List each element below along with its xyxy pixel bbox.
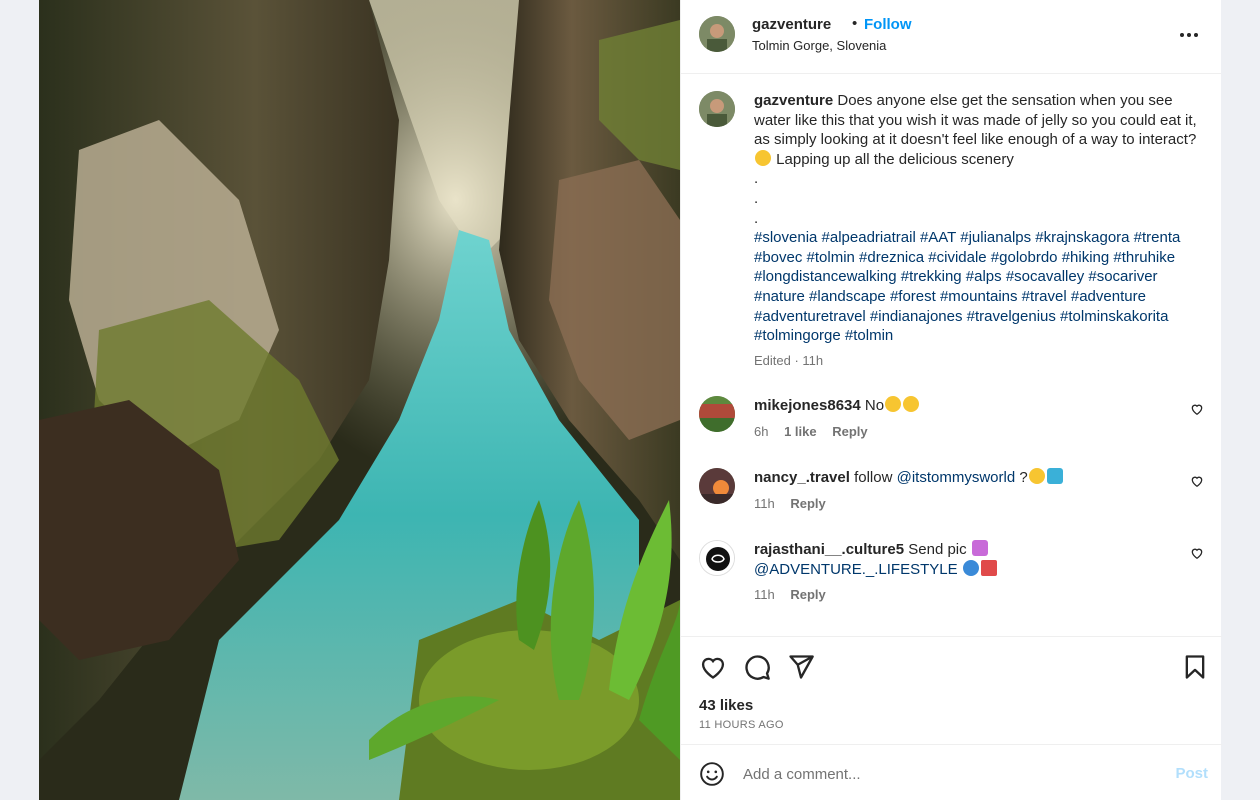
post-location[interactable]: Tolmin Gorge, Slovenia: [752, 38, 886, 53]
add-comment-bar: Post: [681, 744, 1222, 800]
comment-avatar-image: [699, 468, 735, 504]
laughing-emoji-icon: [885, 396, 902, 412]
header-separator: •: [852, 15, 858, 32]
share-icon[interactable]: [787, 653, 815, 681]
comment-like-heart-icon[interactable]: [1190, 546, 1204, 560]
instagram-post: gazventure • Follow Tolmin Gorge, Sloven…: [39, 0, 1222, 800]
comment-text: Send pic: [908, 541, 967, 558]
post-timestamp: 11 HOURS AGO: [699, 719, 784, 731]
comment-likes[interactable]: 1 like: [784, 424, 817, 439]
reply-button[interactable]: Reply: [832, 424, 867, 439]
bookmark-icon[interactable]: [1181, 653, 1209, 681]
comments-list[interactable]: gazventure Does anyone else get the sens…: [681, 75, 1222, 635]
comment-avatar[interactable]: [699, 540, 735, 576]
laughing-emoji-icon: [903, 396, 920, 412]
comment-time: 11h: [754, 495, 775, 511]
caption-dot: .: [754, 209, 759, 227]
comment-input[interactable]: [743, 762, 1143, 786]
post-header: gazventure • Follow Tolmin Gorge, Sloven…: [681, 0, 1221, 74]
author-avatar[interactable]: [699, 16, 735, 52]
comment-avatar-image: [699, 396, 735, 432]
emoji-picker-icon[interactable]: [699, 761, 725, 787]
caption-text-end: Lapping up all the delicious scenery: [776, 150, 1014, 168]
comment-meta: 6h 1 like Reply: [754, 422, 1174, 442]
caption-username[interactable]: gazventure: [754, 92, 833, 109]
author-avatar-image: [699, 16, 735, 52]
comment-text: follow: [854, 469, 893, 486]
heart-emoji-icon: [971, 540, 988, 556]
comment-mention[interactable]: @ADVENTURE._.LIFESTYLE: [754, 561, 958, 578]
caption-dots: . . .: [754, 169, 1199, 228]
comment-meta: 11h Reply: [754, 494, 1174, 514]
reply-button[interactable]: Reply: [790, 587, 825, 602]
comment-body: mikejones8634 No 6h 1 like Reply: [754, 396, 1174, 441]
beach-emoji-icon: [1046, 468, 1063, 484]
comment-username[interactable]: mikejones8634: [754, 397, 861, 414]
likes-count[interactable]: 43 likes: [699, 697, 753, 714]
heart-eyes-emoji-icon: [1028, 468, 1045, 484]
caption-edited-time: Edited · 11h: [754, 352, 824, 368]
comment-text-end: ?: [1019, 469, 1028, 486]
reply-button[interactable]: Reply: [790, 496, 825, 511]
comment-mention[interactable]: @itstommysworld: [897, 469, 1016, 486]
post-comment-button[interactable]: Post: [1175, 765, 1208, 782]
comment-like-heart-icon[interactable]: [1190, 402, 1204, 416]
heart-icon[interactable]: [699, 653, 727, 681]
caption-dot: .: [754, 170, 759, 188]
comment-time: 6h: [754, 423, 769, 439]
caption-body: gazventure Does anyone else get the sens…: [754, 91, 1199, 370]
yum-emoji-icon: [755, 149, 771, 166]
hundred-emoji-icon: [980, 559, 997, 576]
caption-avatar[interactable]: [699, 91, 735, 127]
author-username[interactable]: gazventure: [752, 16, 831, 33]
comment-avatar[interactable]: [699, 468, 735, 504]
follow-button[interactable]: Follow: [864, 16, 912, 33]
post-side-panel: gazventure • Follow Tolmin Gorge, Sloven…: [680, 0, 1222, 800]
comment-username[interactable]: nancy_.travel: [754, 469, 850, 486]
post-photo[interactable]: [39, 0, 680, 800]
comment-username[interactable]: rajasthani__.culture5: [754, 541, 904, 558]
comment-body: nancy_.travel follow @itstommysworld ? 1…: [754, 468, 1174, 513]
gorge-photo-image: [39, 0, 680, 800]
comment-avatar[interactable]: [699, 396, 735, 432]
globe-emoji-icon: [962, 559, 979, 576]
comment-time: 11h: [754, 587, 775, 603]
comment-text: No: [864, 397, 885, 414]
caption-hashtags[interactable]: #slovenia #alpeadriatrail #AAT #julianal…: [754, 228, 1199, 346]
comment-body: rajasthani__.culture5 Send pic @ADVENTUR…: [754, 540, 1174, 605]
comment-avatar-image: [700, 541, 734, 575]
comment-like-heart-icon[interactable]: [1190, 474, 1204, 488]
more-options-icon[interactable]: [1177, 27, 1201, 43]
caption-avatar-image: [699, 91, 735, 127]
caption-dot: .: [754, 189, 759, 207]
post-actions: 43 likes 11 HOURS AGO: [681, 636, 1222, 744]
comment-meta: 11h Reply: [754, 585, 1174, 605]
comment-icon[interactable]: [743, 653, 771, 681]
